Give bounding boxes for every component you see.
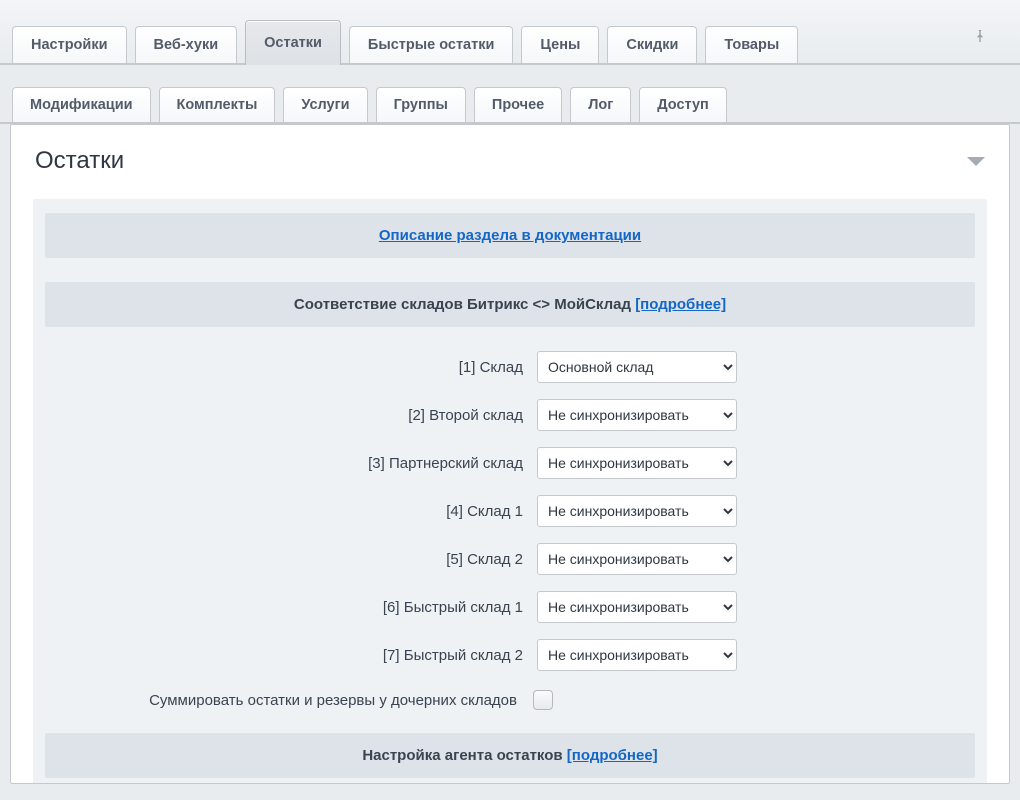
sub-tab-bar: МодификацииКомплектыУслуги ГруппыПрочееЛо… — [0, 87, 1020, 124]
warehouse-row-7: [7] Быстрый склад 2 Основной складНе синх… — [45, 639, 975, 671]
doc-link-band: Описание раздела в документации — [45, 213, 975, 258]
sub-tab-1[interactable]: Комплекты — [159, 87, 276, 122]
warehouse-row-2: [2] Второй склад Основной складНе синхрон… — [45, 399, 975, 431]
warehouse-row-label: [4] Склад 1 — [45, 503, 525, 520]
mapping-section-more-link[interactable]: [подробнее] — [635, 296, 726, 313]
warehouse-select-4[interactable]: Основной складНе синхронизировать — [537, 495, 737, 527]
panel-body: Описание раздела в документации Соответс… — [33, 199, 987, 784]
sub-tab-2[interactable]: Услуги — [283, 87, 367, 122]
warehouse-select-2[interactable]: Основной складНе синхронизировать — [537, 399, 737, 431]
sum-children-row: Суммировать остатки и резервы у дочерних… — [39, 687, 981, 713]
warehouse-row-4: [4] Склад 1 Основной складНе синхронизиро… — [45, 495, 975, 527]
main-tab-0[interactable]: Настройки — [12, 26, 127, 63]
sub-tab-3[interactable]: Группы — [376, 87, 466, 122]
main-tab-2[interactable]: Остатки — [245, 20, 341, 65]
sum-children-checkbox[interactable] — [533, 690, 553, 710]
warehouse-row-label: [1] Склад — [45, 359, 525, 376]
warehouse-row-6: [6] Быстрый склад 1 Основной складНе синх… — [45, 591, 975, 623]
agent-section-label: Настройка агента остатков — [362, 747, 566, 764]
chevron-down-icon[interactable] — [967, 157, 985, 166]
mapping-section-label: Соответствие складов Битрикс <> МойСклад — [294, 296, 635, 313]
warehouse-row-label: [7] Быстрый склад 2 — [45, 647, 525, 664]
main-tab-bar: НастройкиВеб-хукиОстаткиБыстрые остаткиЦ… — [0, 0, 1020, 65]
agent-section-header: Настройка агента остатков [подробнее] — [45, 733, 975, 778]
main-tab-4[interactable]: Цены — [521, 26, 599, 63]
warehouse-select-1[interactable]: Основной складНе синхронизировать — [537, 351, 737, 383]
warehouse-row-label: [5] Склад 2 — [45, 551, 525, 568]
sub-tab-6[interactable]: Доступ — [639, 87, 727, 122]
warehouse-row-label: [3] Партнерский склад — [45, 455, 525, 472]
doc-link[interactable]: Описание раздела в документации — [379, 227, 641, 244]
pin-icon[interactable] — [972, 28, 988, 44]
sub-tab-4[interactable]: Прочее — [474, 87, 562, 122]
warehouse-select-5[interactable]: Основной складНе синхронизировать — [537, 543, 737, 575]
sub-tab-0[interactable]: Модификации — [12, 87, 151, 122]
main-tab-3[interactable]: Быстрые остатки — [349, 26, 513, 63]
mapping-form: [1] Склад Основной складНе синхронизирова… — [39, 351, 981, 671]
warehouse-row-3: [3] Партнерский склад Основной складНе си… — [45, 447, 975, 479]
sum-children-label: Суммировать остатки и резервы у дочерних… — [39, 692, 519, 709]
warehouse-select-3[interactable]: Основной складНе синхронизировать — [537, 447, 737, 479]
warehouse-row-label: [6] Быстрый склад 1 — [45, 599, 525, 616]
warehouse-row-1: [1] Склад Основной складНе синхронизирова… — [45, 351, 975, 383]
main-tab-1[interactable]: Веб-хуки — [135, 26, 238, 63]
panel-ostatki: Остатки Описание раздела в документации … — [10, 124, 1010, 784]
agent-section-more-link[interactable]: [подробнее] — [567, 747, 658, 764]
panel-title: Остатки — [11, 125, 1009, 181]
mapping-section-header: Соответствие складов Битрикс <> МойСклад… — [45, 282, 975, 327]
main-tab-6[interactable]: Товары — [705, 26, 798, 63]
sub-tab-5[interactable]: Лог — [570, 87, 631, 122]
warehouse-select-6[interactable]: Основной складНе синхронизировать — [537, 591, 737, 623]
main-tab-5[interactable]: Скидки — [607, 26, 697, 63]
warehouse-select-7[interactable]: Основной складНе синхронизировать — [537, 639, 737, 671]
warehouse-row-5: [5] Склад 2 Основной складНе синхронизиро… — [45, 543, 975, 575]
warehouse-row-label: [2] Второй склад — [45, 407, 525, 424]
